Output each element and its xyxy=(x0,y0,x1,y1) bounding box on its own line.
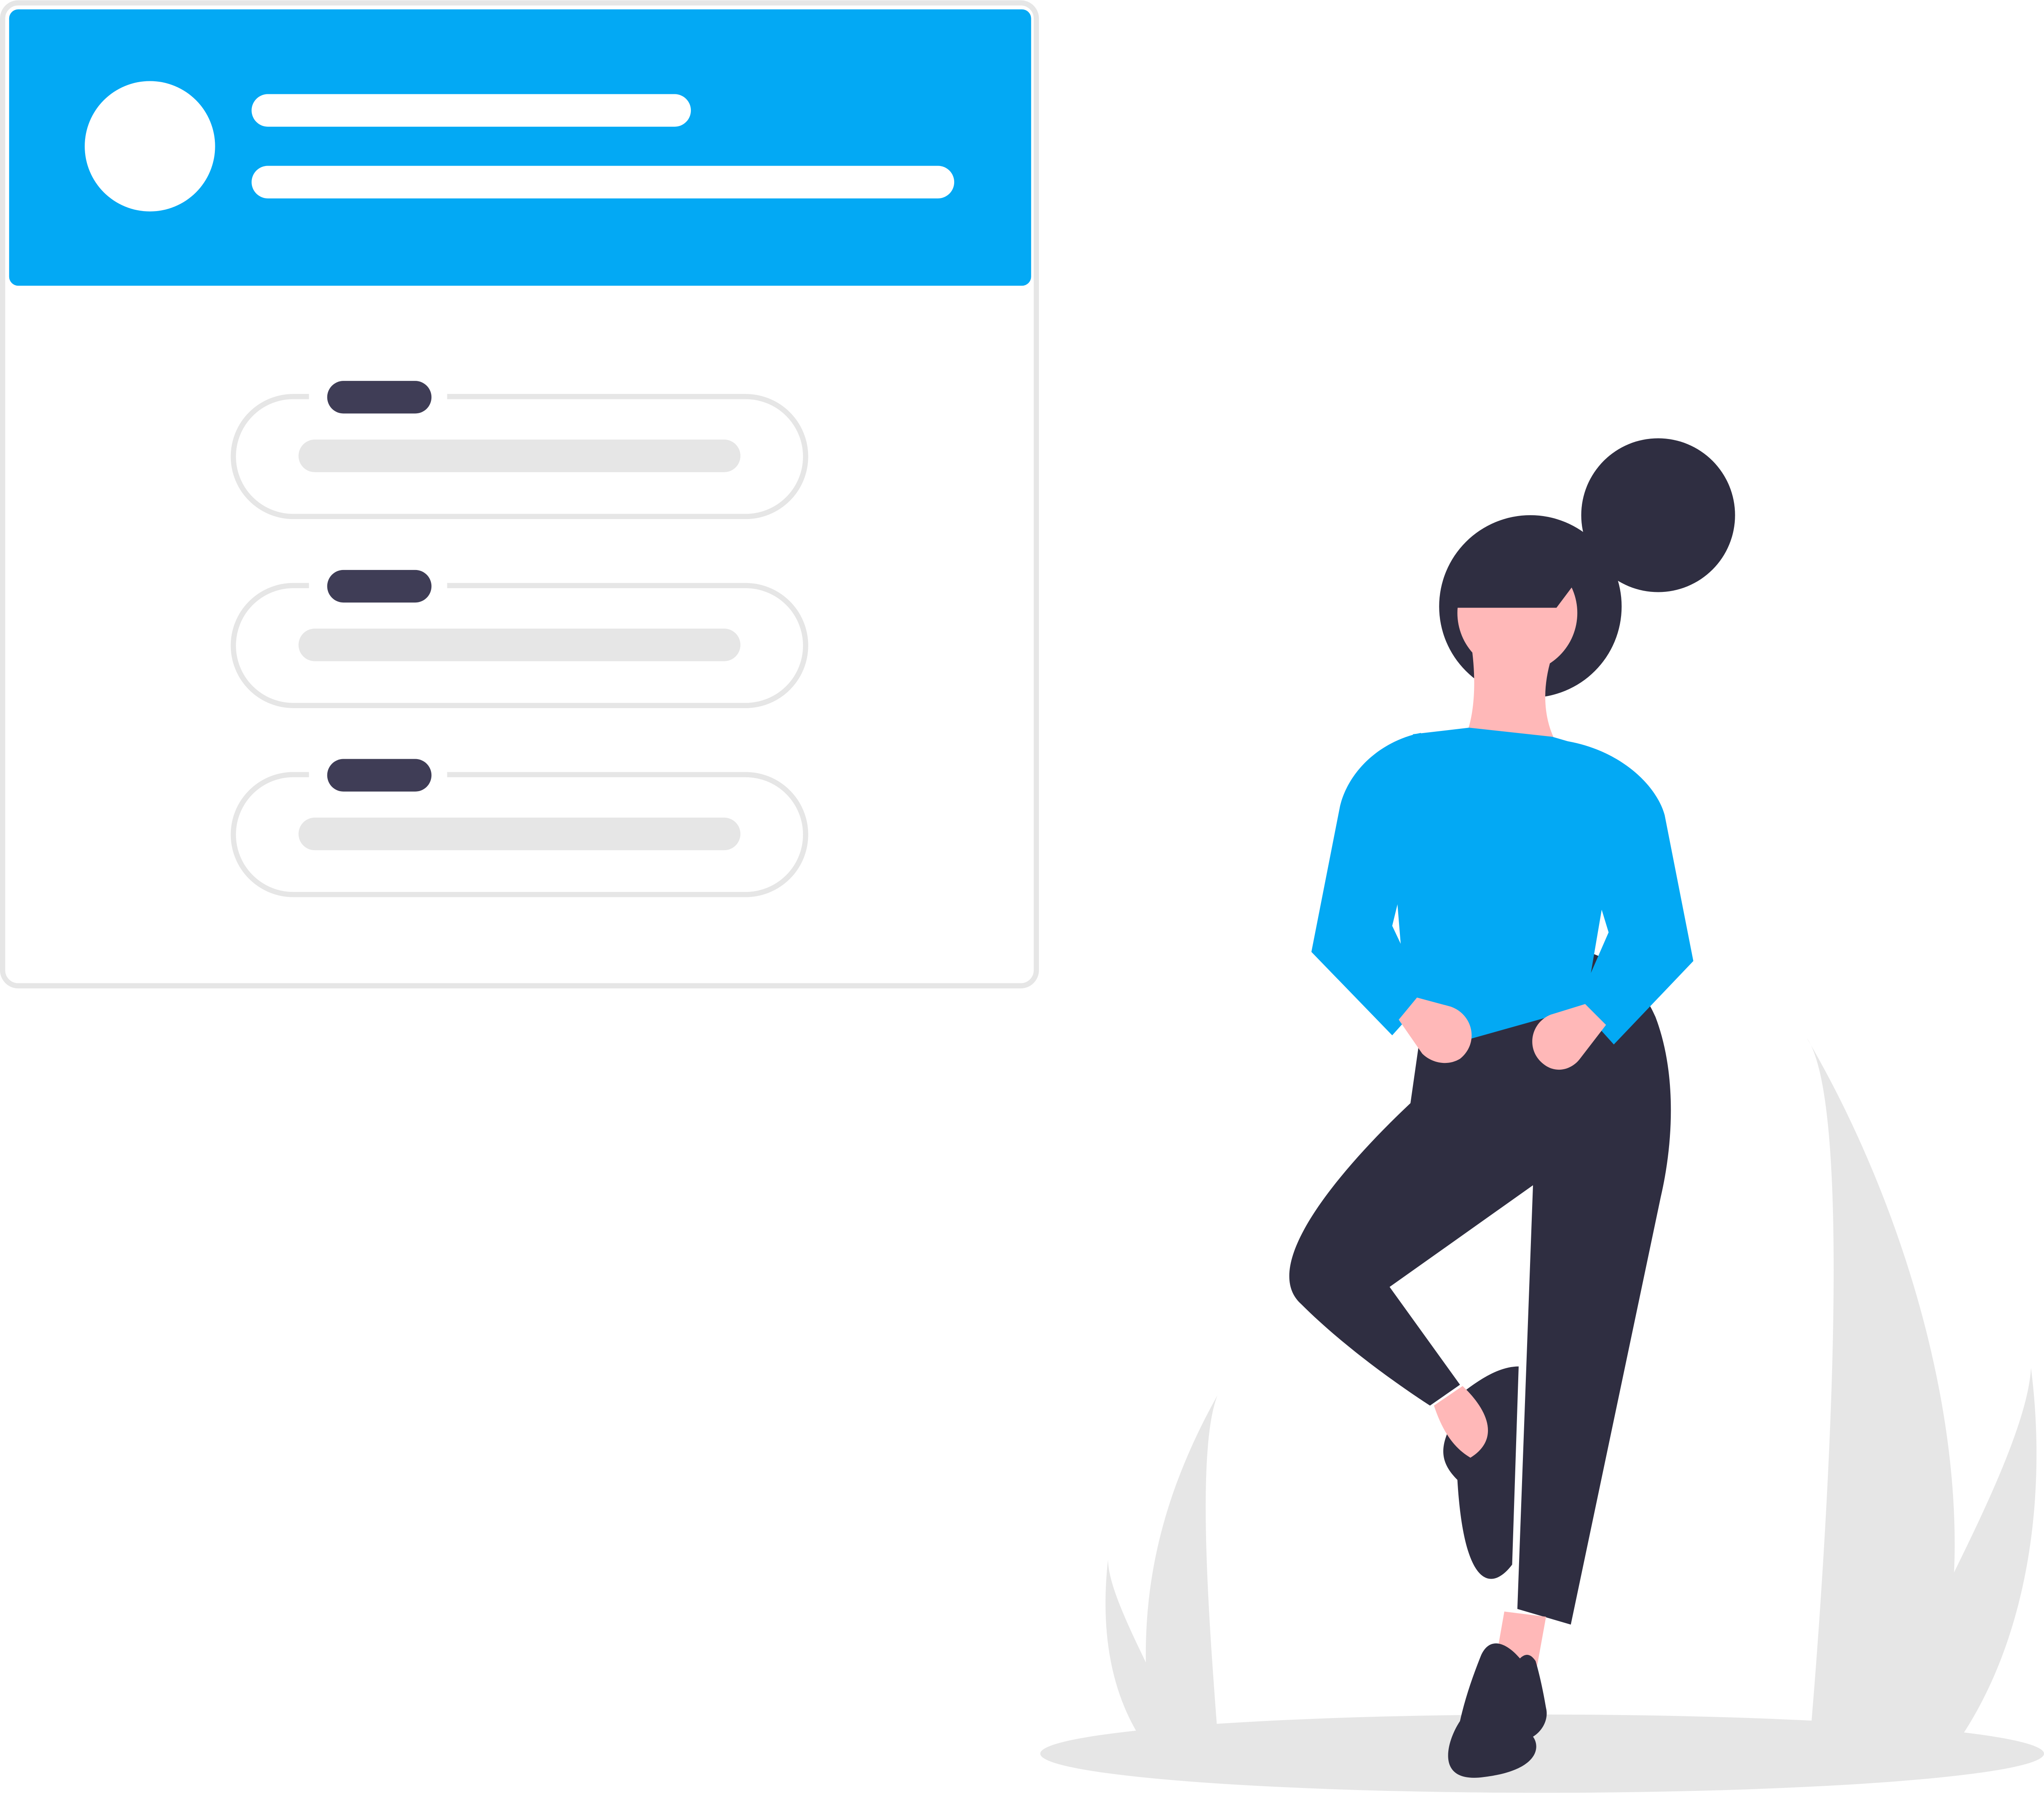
list-item-tag xyxy=(327,381,432,414)
list-item-text-line xyxy=(298,817,741,851)
plant-left-icon xyxy=(1105,1395,1218,1734)
header-text-line-2 xyxy=(251,166,955,198)
list-item-text-line xyxy=(298,629,741,661)
list-item-tag xyxy=(327,759,432,792)
woman-figure-icon xyxy=(1289,438,1735,1778)
header-text-line-1 xyxy=(251,94,691,127)
illustration-canvas xyxy=(0,0,2044,1793)
avatar-placeholder-icon xyxy=(85,81,215,211)
list-item-text-line xyxy=(298,439,741,472)
profile-list-illustration xyxy=(0,0,2044,1793)
plant-right-icon xyxy=(1806,1038,2037,1748)
list-item-tag xyxy=(327,570,432,603)
profile-card[interactable] xyxy=(0,0,1039,989)
